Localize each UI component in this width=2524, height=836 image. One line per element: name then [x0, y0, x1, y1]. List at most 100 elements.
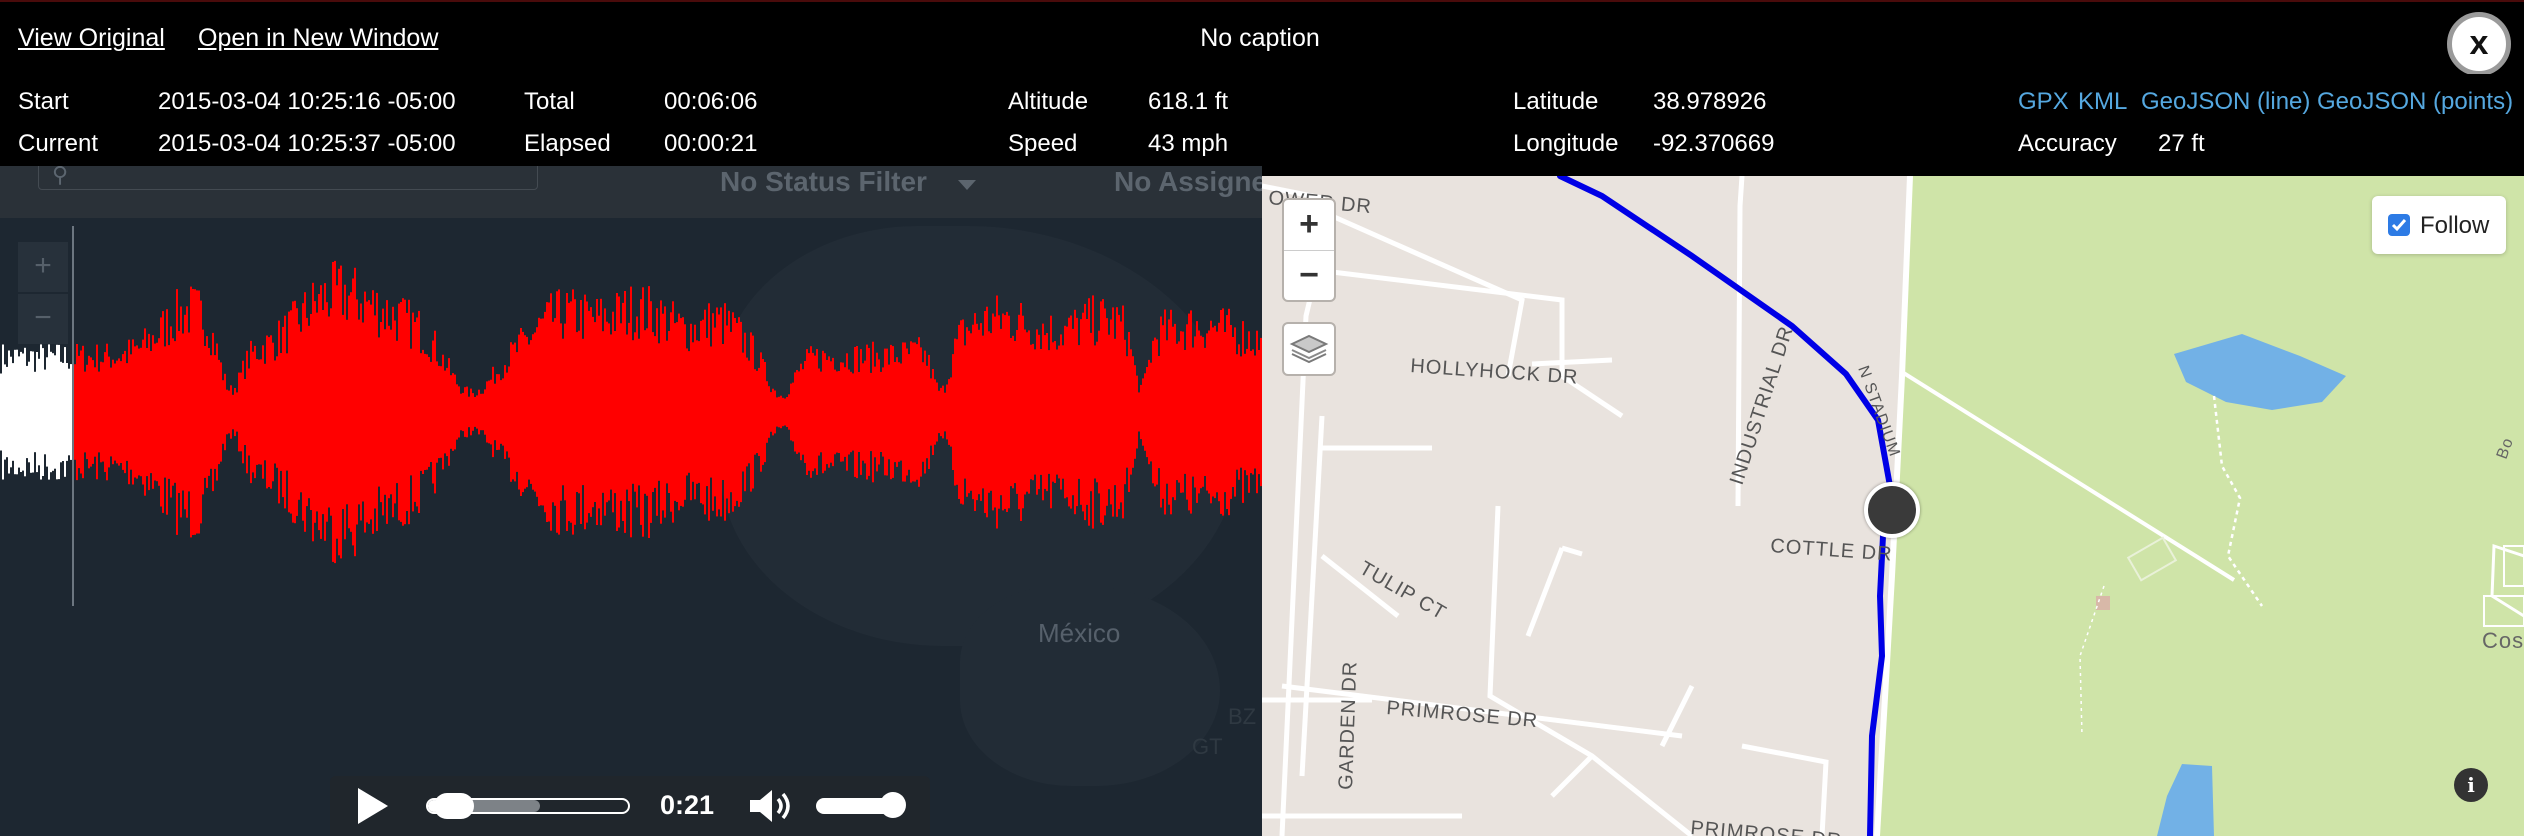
waveform-bar [644, 330, 646, 494]
waveform-bar [310, 314, 312, 510]
waveform-bar [536, 327, 538, 497]
waveform-bar [876, 352, 878, 472]
waveform-bar [138, 348, 140, 476]
waveform-bar [212, 332, 214, 492]
waveform-bar [634, 332, 636, 492]
follow-toggle[interactable]: Follow [2372, 196, 2506, 254]
waveform-bar [1218, 322, 1220, 502]
waveform-bar [420, 353, 422, 471]
start-label: Start [18, 88, 69, 115]
waveform-bar [284, 315, 286, 509]
map-panel[interactable]: OWER DR HOLLYHOCK DR INDUSTRIAL DR N STA… [1262, 176, 2524, 836]
waveform-bar [424, 353, 426, 470]
waveform-bar [704, 309, 706, 515]
waveform-bar [940, 387, 942, 437]
open-new-window-link[interactable]: Open in New Window [198, 24, 438, 53]
export-kml-link[interactable]: KML [2078, 88, 2127, 116]
waveform-bar [1084, 303, 1086, 521]
waveform-bar [216, 343, 218, 481]
waveform-bar [332, 262, 334, 562]
waveform-bar [700, 320, 702, 504]
waveform-bar [1024, 329, 1026, 495]
waveform-bar [592, 316, 594, 508]
waveform-bar [714, 327, 716, 497]
zoom-in-button[interactable]: + [1284, 200, 1334, 250]
waveform-bar [664, 306, 666, 518]
waveform-bar [246, 350, 248, 474]
export-geojson-line-link[interactable]: GeoJSON (line) [2141, 88, 2310, 116]
waveform-bar [886, 348, 888, 476]
waveform-bar [358, 319, 360, 505]
view-original-link[interactable]: View Original [18, 24, 165, 53]
waveform-bar [616, 293, 618, 531]
waveform-bar [604, 308, 606, 516]
info-icon[interactable]: i [2454, 768, 2488, 802]
seek-handle[interactable] [434, 793, 474, 819]
waveform-bar [566, 293, 568, 531]
waveform-bar [944, 392, 946, 432]
waveform-bar [24, 347, 26, 477]
close-button[interactable]: x [2447, 12, 2511, 76]
export-geojson-points-link[interactable]: GeoJSON (points) [2317, 88, 2513, 116]
layers-button[interactable] [1282, 322, 1336, 376]
waveform-bar [822, 350, 824, 474]
waveform-bar [772, 388, 774, 436]
waveform-bar [790, 383, 792, 441]
waveform-bar [518, 334, 520, 490]
waveform-bar [740, 321, 742, 503]
seek-slider[interactable] [426, 793, 630, 819]
waveform-bar [320, 285, 322, 539]
longitude-label: Longitude [1513, 130, 1619, 157]
waveform-bar [330, 308, 332, 516]
volume-icon[interactable] [748, 788, 798, 824]
play-icon[interactable] [358, 788, 388, 824]
volume-slider[interactable] [816, 792, 906, 818]
waveform-bar [1248, 331, 1250, 493]
waveform-bar [114, 363, 116, 461]
waveform-bar [384, 329, 386, 495]
waveform-bar [286, 353, 288, 471]
waveform-bar [896, 357, 898, 467]
waveform-bar [514, 342, 516, 482]
waveform-bar [472, 393, 474, 431]
waveform-bar [1058, 345, 1060, 479]
waveform-bar [682, 317, 684, 507]
waveform-bar [792, 382, 794, 442]
waveform-bar [530, 340, 532, 484]
speed-label: Speed [1008, 130, 1078, 157]
waveform-bar [828, 356, 830, 468]
waveform-bar [390, 329, 392, 495]
waveform-bar [1108, 334, 1110, 490]
waveform-bar [758, 367, 760, 456]
waveform-bar [410, 348, 412, 476]
waveform-bar [232, 394, 234, 430]
waveform-bar [1162, 325, 1164, 499]
volume-handle[interactable] [880, 792, 906, 818]
waveform-bar [968, 330, 970, 494]
waveform-bar [1196, 321, 1198, 503]
waveform-bar [660, 300, 662, 524]
waveform-bar [1202, 337, 1204, 487]
waveform-bar [508, 366, 510, 458]
waveform-bar [346, 319, 348, 505]
follow-checkbox[interactable] [2388, 214, 2410, 236]
waveform-bar [490, 379, 492, 445]
waveform-bar [1206, 333, 1208, 491]
waveform-bar [1072, 328, 1074, 496]
export-gpx-link[interactable]: GPX [2018, 88, 2069, 116]
audio-waveform[interactable] [0, 166, 1262, 836]
waveform-bar [930, 378, 932, 446]
waveform-bar [478, 389, 480, 435]
waveform-bar [544, 311, 546, 513]
waveform-bar [162, 311, 164, 513]
waveform-bar [124, 350, 126, 474]
waveform-bar [672, 301, 674, 523]
waveform-bar [570, 301, 572, 523]
waveform-bar [234, 388, 236, 437]
waveform-bar [1102, 299, 1104, 525]
waveform-bar [250, 340, 252, 484]
waveform-bar [628, 322, 630, 502]
waveform-bar [942, 385, 944, 439]
zoom-out-button[interactable]: − [1284, 251, 1334, 301]
waveform-bar [1016, 330, 1018, 494]
